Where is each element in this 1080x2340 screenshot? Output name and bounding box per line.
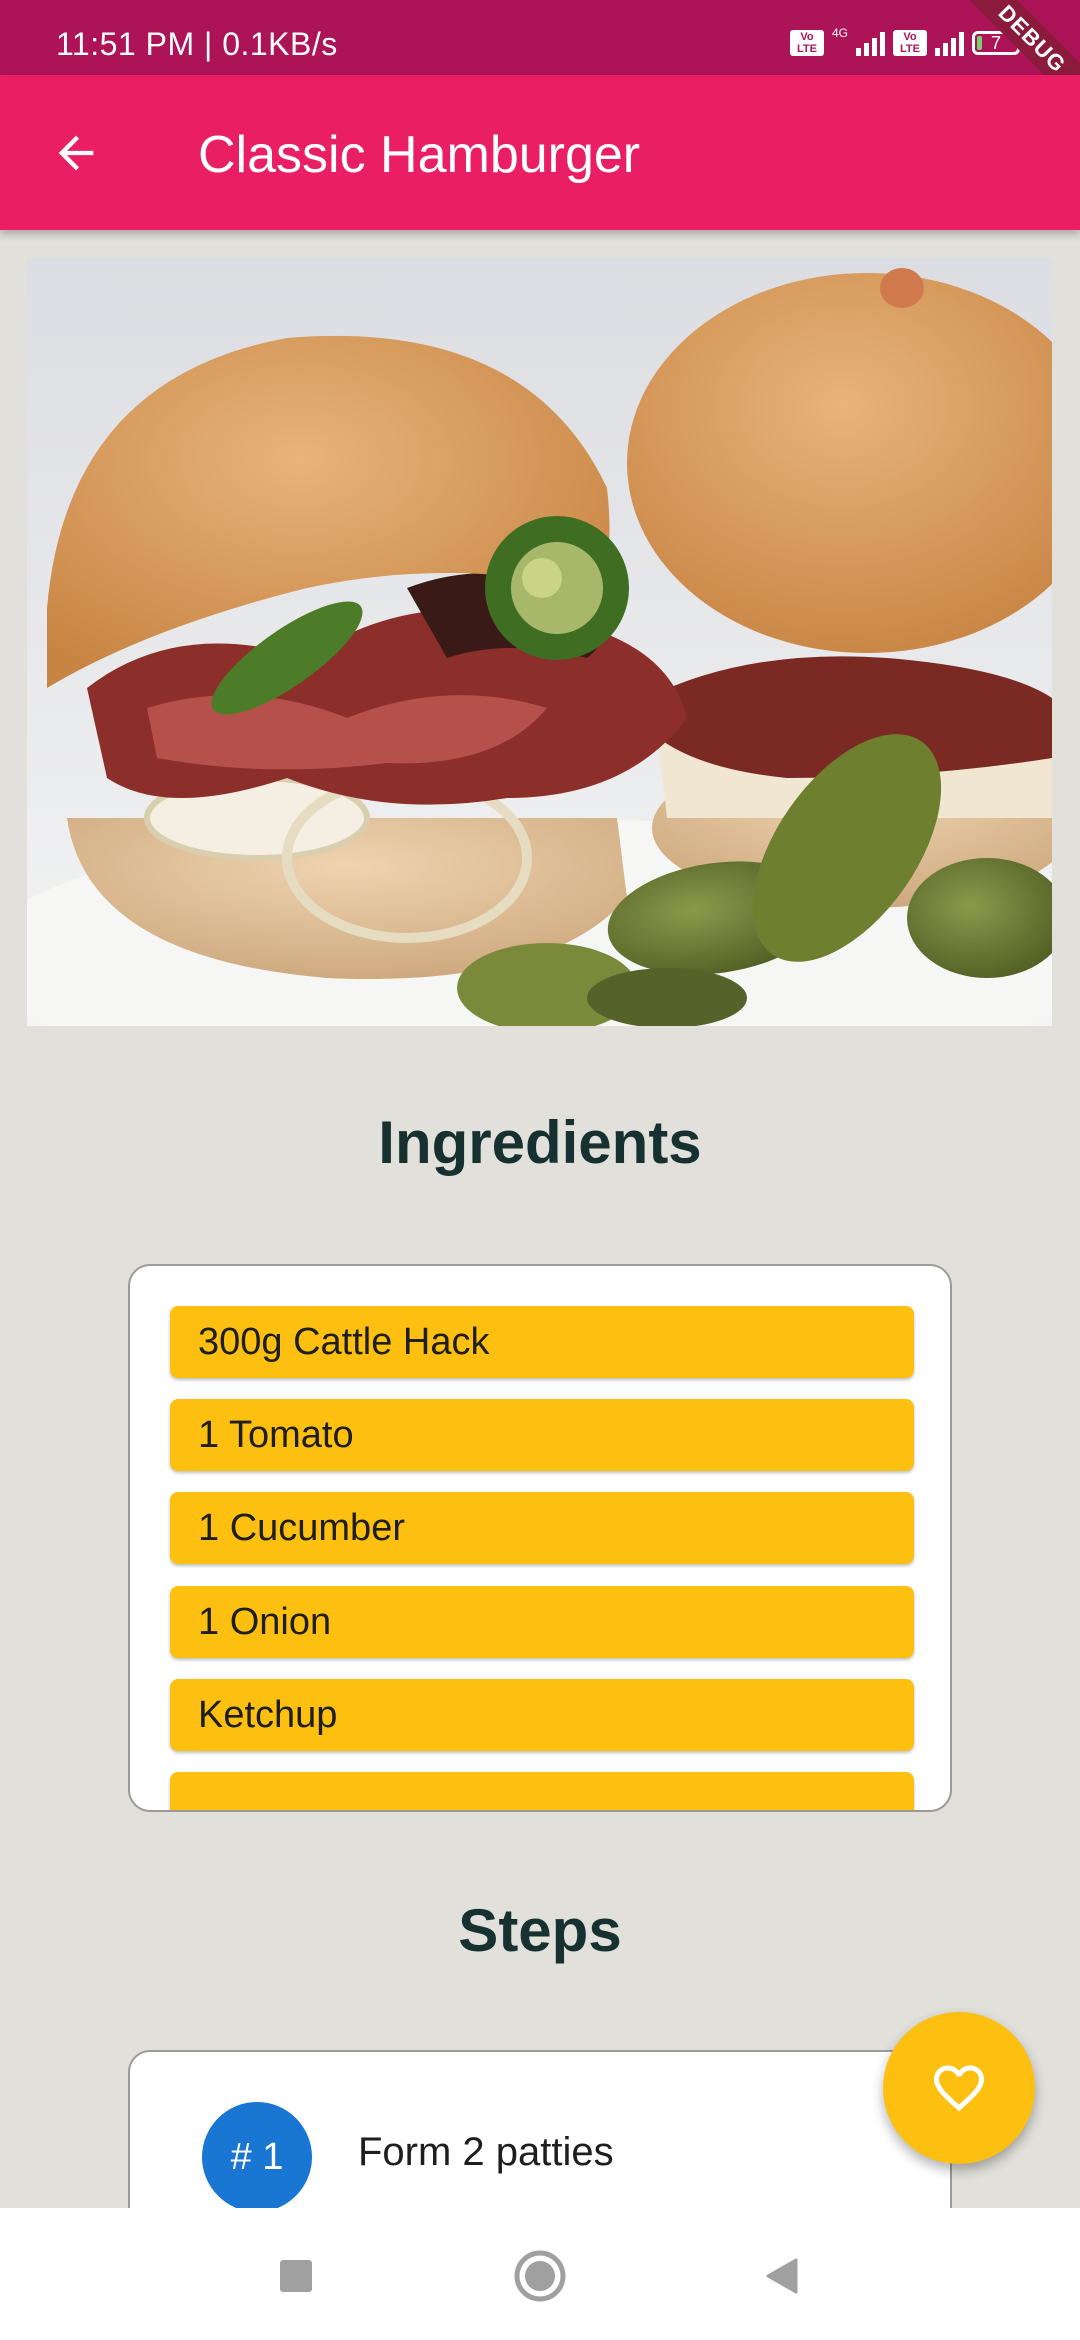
ingredients-heading: Ingredients bbox=[378, 1109, 702, 1176]
home-button[interactable] bbox=[510, 2246, 570, 2306]
system-nav-bar bbox=[0, 2208, 1080, 2340]
square-icon bbox=[280, 2260, 312, 2292]
battery-level: 7 bbox=[990, 32, 1001, 53]
app-bar: Classic Hamburger bbox=[0, 75, 1080, 230]
favorite-button[interactable] bbox=[883, 2012, 1035, 2164]
ingredient-item: 300g Cattle Hack bbox=[170, 1306, 914, 1378]
step-text: Form 2 patties bbox=[358, 2130, 614, 2174]
ingredient-item: 1 Onion bbox=[170, 1586, 914, 1658]
ingredient-item: 1 Cucumber bbox=[170, 1492, 914, 1564]
back-button[interactable] bbox=[40, 117, 112, 189]
signal-strength-icon-2 bbox=[935, 30, 964, 56]
heart-outline-icon bbox=[934, 2065, 984, 2112]
network-type-label: 4G bbox=[831, 26, 848, 40]
status-time: 11:51 PM | 0.1KB/s bbox=[56, 26, 338, 62]
signal-strength-icon bbox=[856, 30, 885, 56]
recents-button[interactable] bbox=[266, 2246, 326, 2306]
arrow-left-icon bbox=[58, 135, 94, 171]
circle-icon bbox=[514, 2250, 566, 2302]
page-title: Classic Hamburger bbox=[198, 126, 641, 184]
step-number-badge: # 1 bbox=[202, 2102, 312, 2212]
volte-icon-2: Vo LTE bbox=[893, 30, 927, 56]
ingredient-item: Ketchup bbox=[170, 1679, 914, 1751]
status-icons: Vo LTE 4G Vo LTE 7 bbox=[789, 26, 1020, 56]
ingredients-list[interactable]: 300g Cattle Hack 1 Tomato 1 Cucumber 1 O… bbox=[128, 1264, 952, 1812]
recipe-image bbox=[27, 258, 1052, 1026]
ingredient-item: 1 Tomato bbox=[170, 1399, 914, 1471]
back-nav-button[interactable] bbox=[752, 2246, 812, 2306]
triangle-back-icon bbox=[766, 2258, 798, 2294]
volte-icon: Vo LTE bbox=[789, 30, 824, 56]
status-bar: 11:51 PM | 0.1KB/s Vo LTE 4G Vo LTE 7 DE… bbox=[0, 0, 1080, 122]
steps-heading: Steps bbox=[458, 1897, 622, 1964]
ingredient-item-partial bbox=[170, 1772, 914, 1810]
